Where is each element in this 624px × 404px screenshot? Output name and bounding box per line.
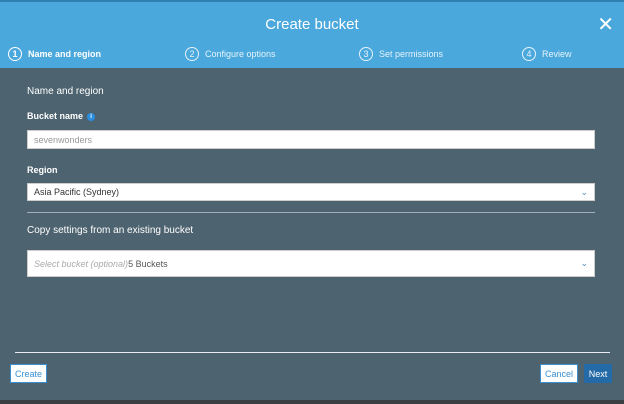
close-icon[interactable]: ✕	[597, 15, 614, 35]
section-title: Name and region	[27, 86, 104, 97]
info-icon[interactable]: i	[87, 112, 96, 121]
step-number: 2	[185, 47, 199, 61]
step-label: Review	[542, 49, 572, 59]
bucket-name-placeholder: sevenwonders	[34, 134, 93, 145]
region-value: Asia Pacific (Sydney)	[34, 187, 120, 197]
step-label: Configure options	[205, 49, 276, 59]
copy-bucket-placeholder: Select bucket (optional)	[34, 258, 129, 269]
bottom-bar	[0, 400, 624, 404]
bucket-name-label-text: Bucket name	[27, 111, 84, 121]
step-label: Set permissions	[379, 49, 444, 59]
next-button[interactable]: Next	[584, 364, 612, 383]
create-button[interactable]: Create	[10, 364, 47, 383]
modal-title: Create bucket	[265, 16, 359, 33]
region-select[interactable]: Asia Pacific (Sydney) ⌄	[27, 183, 595, 201]
step-set-permissions[interactable]: 3 Set permissions	[359, 47, 443, 61]
copy-settings-title: Copy settings from an existing bucket	[27, 225, 194, 236]
region-label: Region	[27, 165, 58, 175]
step-label: Name and region	[28, 49, 102, 59]
modal-header: Create bucket ✕ 1 Name and region 2 Config…	[0, 0, 624, 68]
chevron-down-icon: ⌄	[580, 186, 588, 197]
bucket-count: 5 Buckets	[128, 258, 168, 269]
step-number: 1	[8, 47, 22, 61]
step-review[interactable]: 4 Review	[522, 47, 572, 61]
footer-divider	[15, 352, 610, 353]
cancel-button[interactable]: Cancel	[540, 364, 578, 383]
step-number: 3	[359, 47, 373, 61]
bucket-name-label: Bucket name i	[27, 111, 96, 121]
step-number: 4	[522, 47, 536, 61]
divider	[27, 212, 595, 213]
step-configure-options[interactable]: 2 Configure options	[185, 47, 276, 61]
copy-bucket-select[interactable]: Select bucket (optional) 5 Buckets ⌄	[27, 250, 595, 277]
chevron-down-icon: ⌄	[580, 258, 588, 268]
bucket-name-input[interactable]: sevenwonders	[27, 130, 595, 149]
step-name-and-region[interactable]: 1 Name and region	[8, 47, 101, 61]
